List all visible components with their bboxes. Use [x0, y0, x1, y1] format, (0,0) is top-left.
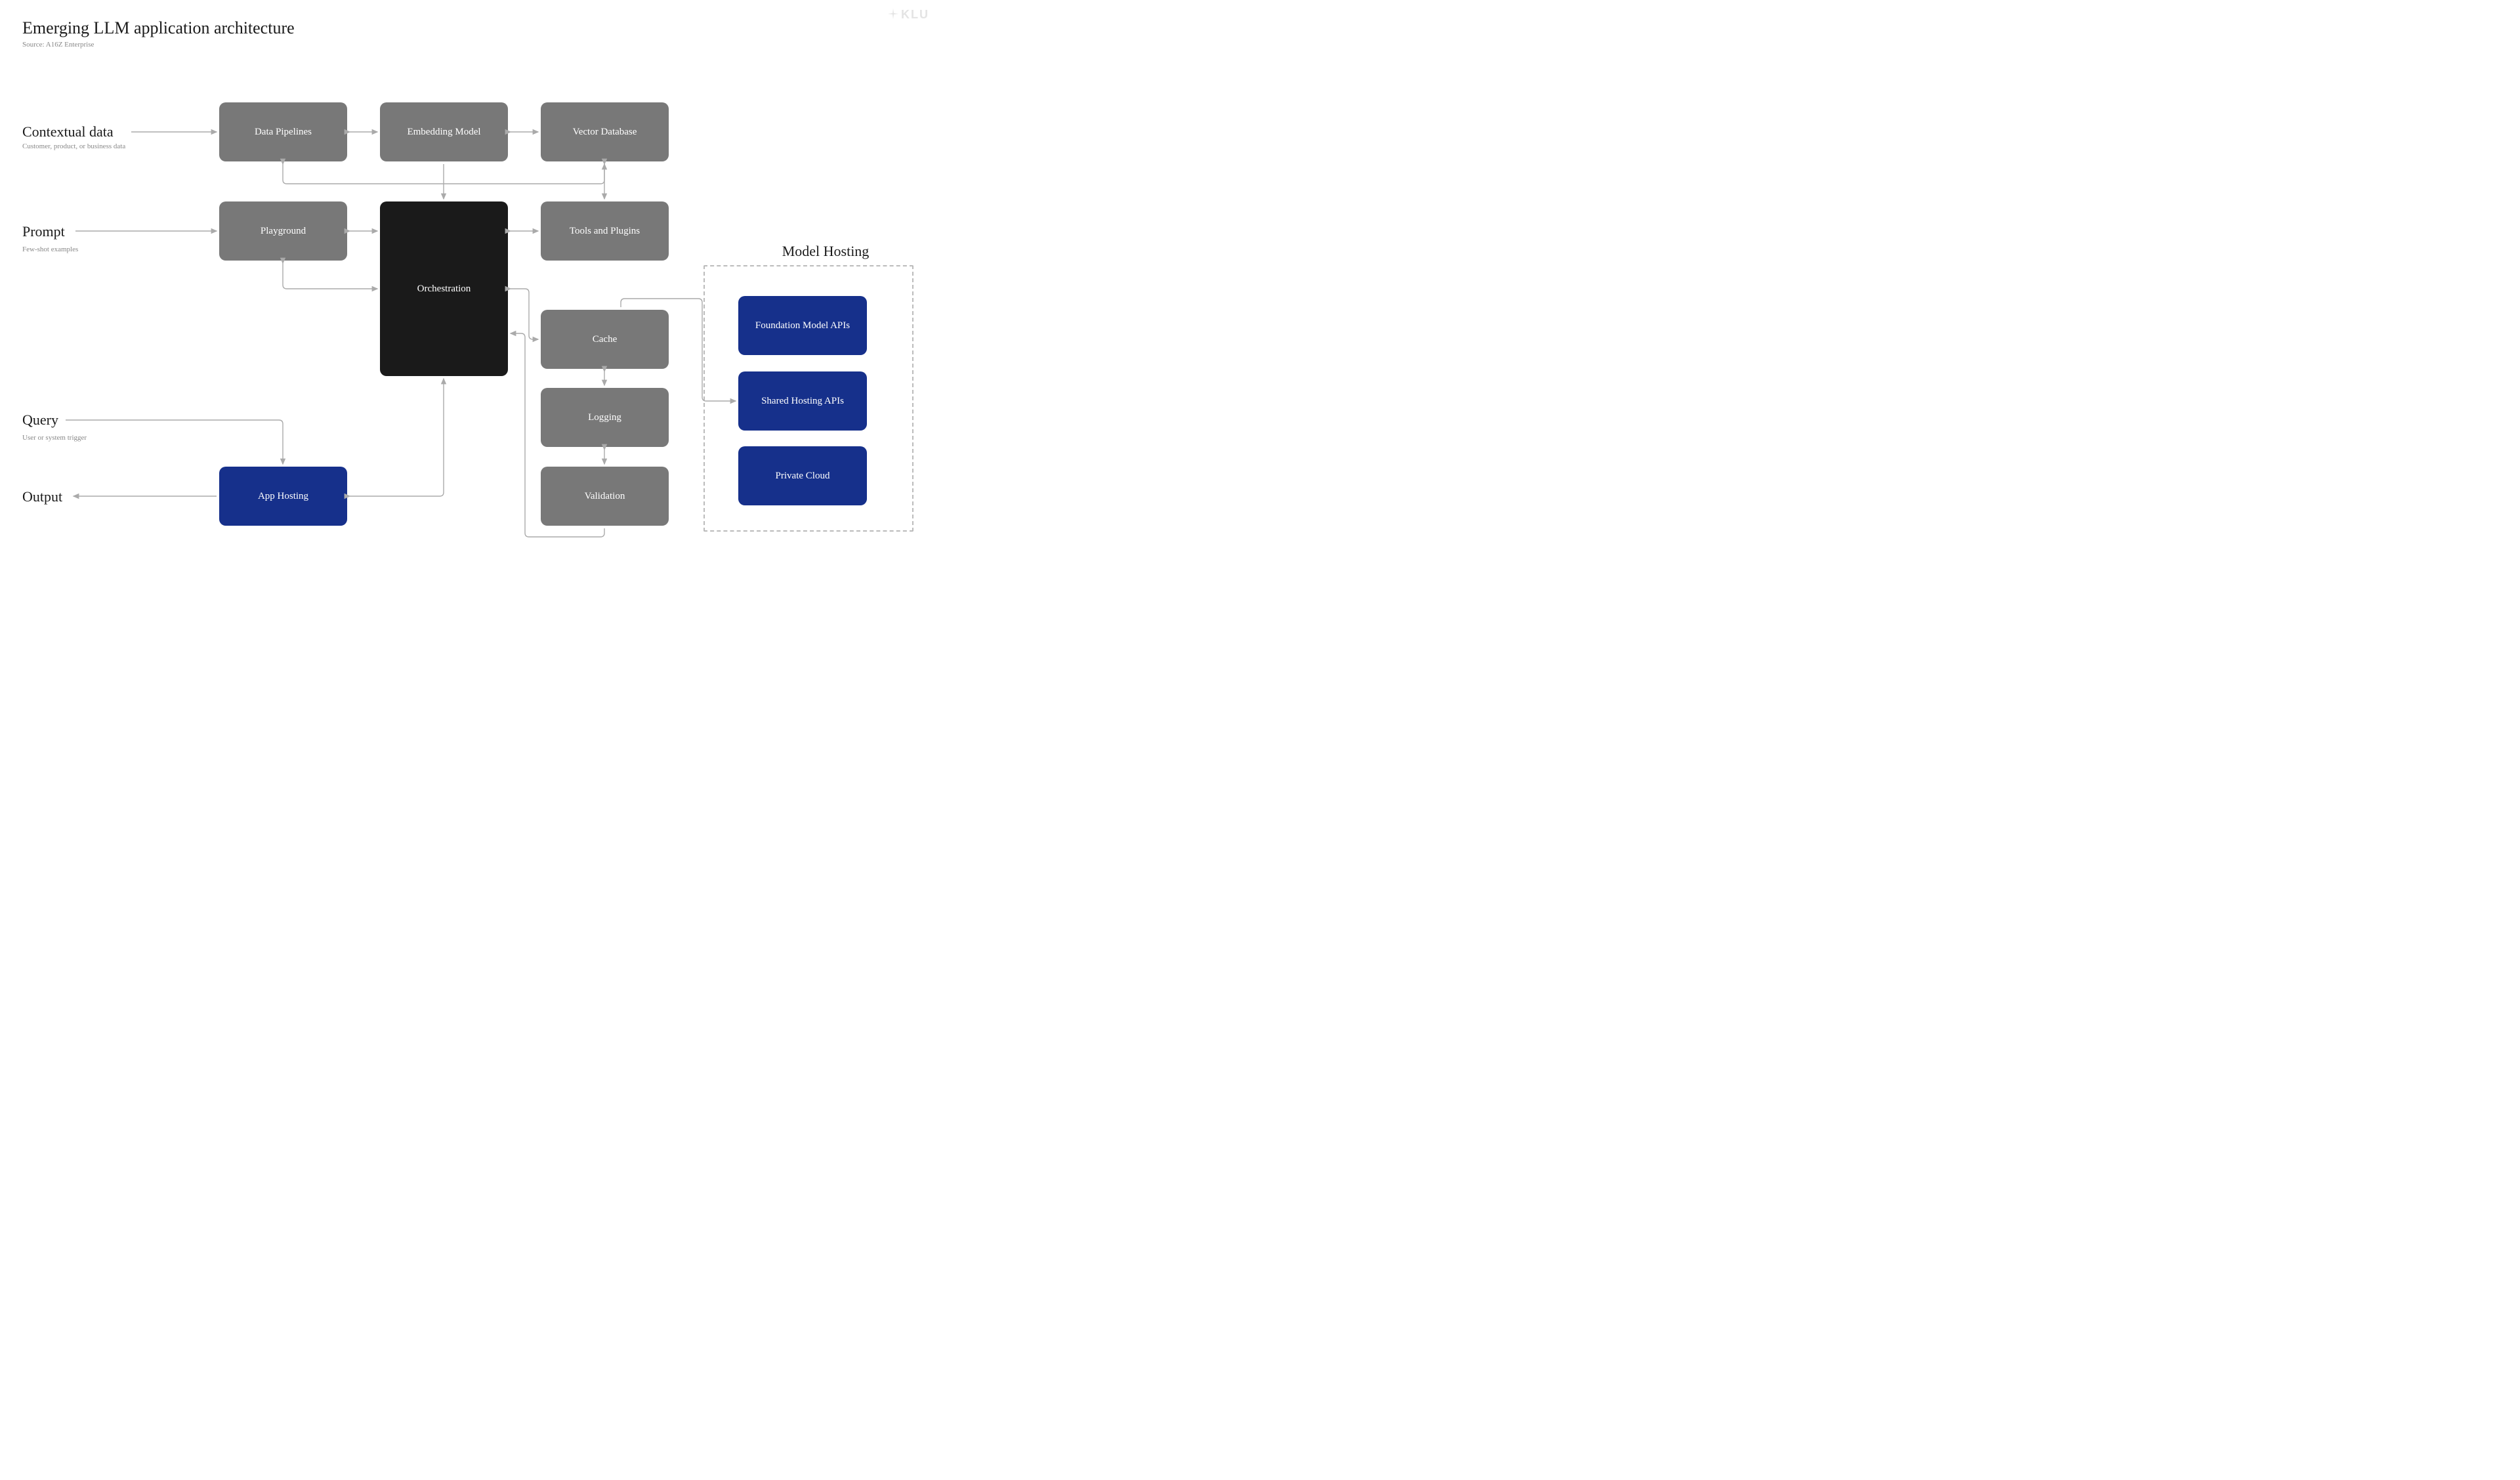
contextual-data-sublabel: Customer, product, or business data	[22, 142, 125, 150]
private-cloud-node: Private Cloud	[738, 446, 867, 505]
validation-node: Validation	[541, 467, 669, 526]
data-pipelines-node: Data Pipelines	[219, 102, 347, 161]
model-hosting-title: Model Hosting	[740, 243, 911, 260]
playground-node: Playground	[219, 201, 347, 261]
query-sublabel: User or system trigger	[22, 434, 87, 442]
prompt-sublabel: Few-shot examples	[22, 245, 78, 253]
orchestration-node: Orchestration	[380, 201, 508, 376]
foundation-model-apis-node: Foundation Model APIs	[738, 296, 867, 355]
app-hosting-node: App Hosting	[219, 467, 347, 526]
brand-logo: KLU	[888, 8, 929, 22]
shared-hosting-apis-node: Shared Hosting APIs	[738, 371, 867, 431]
cache-node: Cache	[541, 310, 669, 369]
embedding-model-node: Embedding Model	[380, 102, 508, 161]
logging-node: Logging	[541, 388, 669, 447]
vector-database-node: Vector Database	[541, 102, 669, 161]
query-label: Query	[22, 412, 58, 429]
tools-plugins-node: Tools and Plugins	[541, 201, 669, 261]
brand-icon	[888, 9, 898, 22]
output-label: Output	[22, 488, 62, 505]
page-title: Emerging LLM application architecture	[22, 18, 295, 38]
source-label: Source: A16Z Enterprise	[22, 41, 94, 49]
prompt-label: Prompt	[22, 223, 65, 240]
brand-text: KLU	[901, 8, 929, 21]
contextual-data-label: Contextual data	[22, 123, 114, 140]
